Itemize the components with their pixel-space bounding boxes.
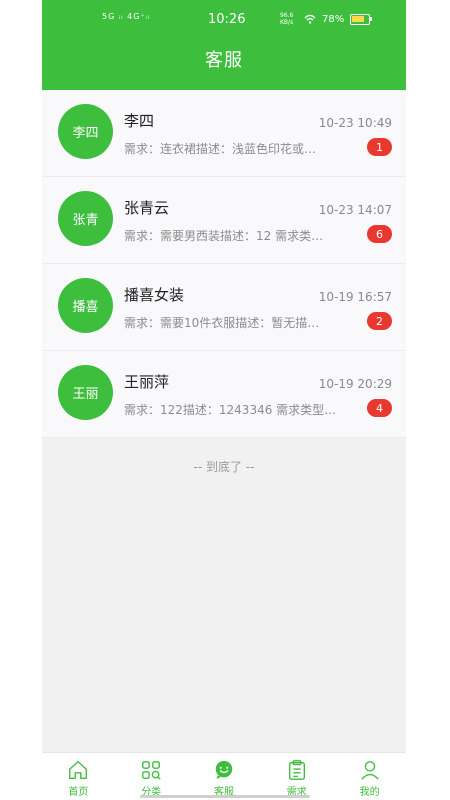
message-time: 10-23 10:49 [318, 116, 392, 130]
message-preview: 需求：需要男西装描述：12 需求类… [124, 229, 324, 243]
tab-mine[interactable]: 我的 [333, 753, 406, 800]
message-preview: 需求：122描述：1243346 需求类型… [124, 403, 337, 417]
conversation-row[interactable]: 王丽 王丽萍 10-19 20:29 需求：122描述：1243346 需求类型… [42, 351, 406, 438]
header: 5G ᵢₗ 4G⁺ᵢₗ 10:26 96.6 KB/s 78% 客服 [42, 0, 406, 90]
clipboard-icon [288, 760, 305, 780]
message-time: 10-19 20:29 [318, 377, 392, 391]
message-time: 10-23 14:07 [318, 203, 392, 217]
status-time: 10:26 [208, 12, 246, 27]
app-screen: 5G ᵢₗ 4G⁺ᵢₗ 10:26 96.6 KB/s 78% 客服 李四 李四… [42, 0, 406, 800]
unread-badge: 4 [367, 399, 392, 417]
wifi-icon [304, 14, 316, 24]
net-speed: 96.6 KB/s [280, 12, 294, 26]
avatar: 播喜 [58, 278, 113, 333]
contact-name: 播喜女装 [124, 286, 185, 304]
avatar: 张青 [58, 191, 113, 246]
status-bar: 5G ᵢₗ 4G⁺ᵢₗ 10:26 96.6 KB/s 78% [42, 8, 406, 30]
conversation-row[interactable]: 李四 李四 10-23 10:49 需求：连衣裙描述：浅蓝色印花或… 1 [42, 90, 406, 177]
contact-name: 李四 [124, 112, 155, 130]
message-preview: 需求：需要10件衣服描述：暂无描… [124, 316, 320, 330]
unread-badge: 2 [367, 312, 392, 330]
category-icon [142, 761, 161, 780]
avatar: 王丽 [58, 365, 113, 420]
tab-demand[interactable]: 需求 [260, 753, 333, 800]
conversation-row[interactable]: 播喜 播喜女装 10-19 16:57 需求：需要10件衣服描述：暂无描… 2 [42, 264, 406, 351]
unread-badge: 1 [367, 138, 392, 156]
page-title: 客服 [205, 50, 243, 71]
contact-name: 张青云 [124, 199, 170, 217]
chat-icon [215, 760, 233, 780]
tab-category[interactable]: 分类 [115, 753, 188, 800]
tab-service[interactable]: 客服 [188, 753, 261, 800]
conversation-row[interactable]: 张青 张青云 10-23 14:07 需求：需要男西装描述：12 需求类… 6 [42, 177, 406, 264]
status-right: 96.6 KB/s 78% [280, 12, 373, 26]
battery-percent: 78% [322, 13, 345, 25]
battery-icon [350, 13, 373, 25]
signal-indicator: 5G ᵢₗ 4G⁺ᵢₗ [102, 12, 151, 21]
avatar: 李四 [58, 104, 113, 159]
list-end-text: -- 到底了 -- [193, 460, 255, 474]
tab-label: 我的 [359, 787, 380, 798]
tab-home[interactable]: 首页 [42, 753, 115, 800]
home-indicator [140, 795, 310, 798]
bottom-tab-bar: 首页 分类 客服 需求 我的 [42, 752, 406, 800]
tab-label: 首页 [68, 787, 89, 798]
contact-name: 王丽萍 [124, 373, 170, 391]
message-time: 10-19 16:57 [318, 290, 392, 304]
user-icon [360, 761, 379, 780]
conversation-list: 李四 李四 10-23 10:49 需求：连衣裙描述：浅蓝色印花或… 1 张青 … [42, 90, 406, 438]
message-preview: 需求：连衣裙描述：浅蓝色印花或… [124, 142, 317, 156]
home-icon [69, 761, 88, 779]
unread-badge: 6 [367, 225, 392, 243]
